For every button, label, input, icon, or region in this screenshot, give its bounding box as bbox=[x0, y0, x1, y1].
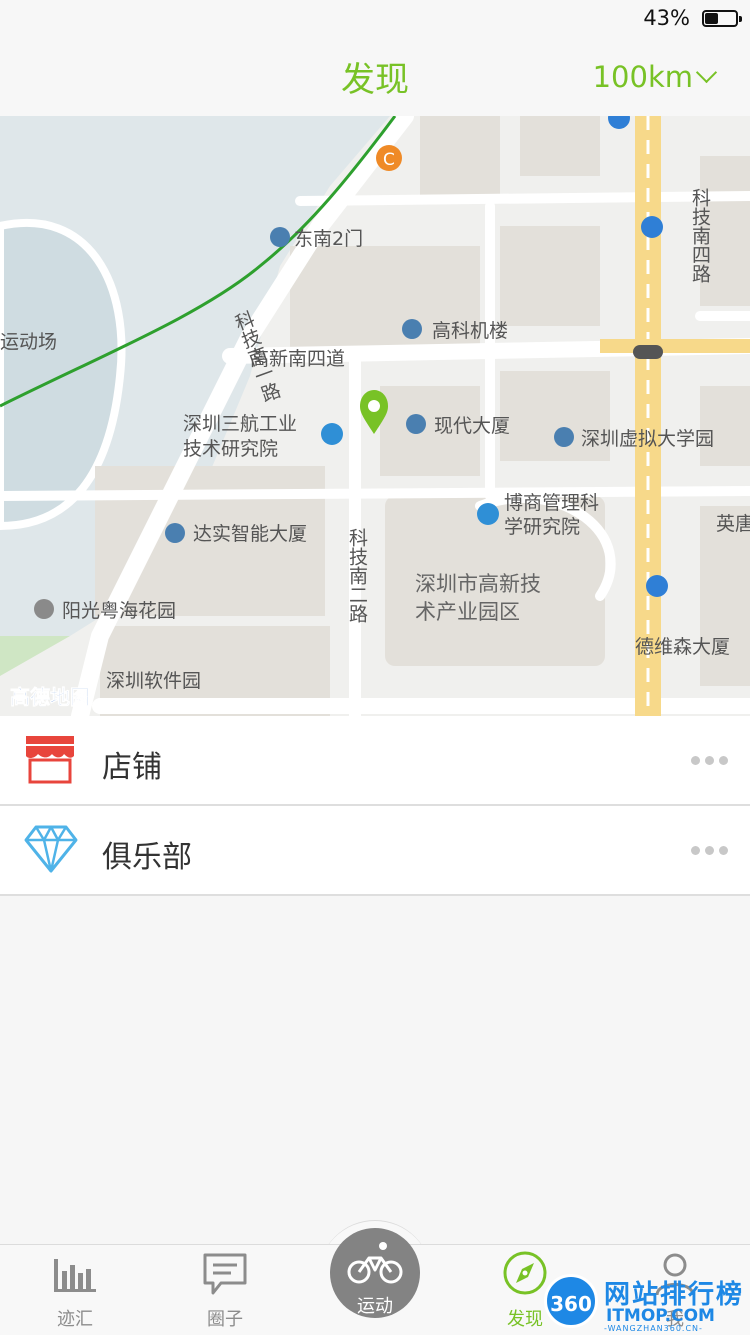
watermark-badge: 360 bbox=[544, 1274, 598, 1328]
map-label: 学研究院 bbox=[504, 516, 580, 538]
range-value: 100km bbox=[592, 60, 693, 94]
chat-bubble-icon bbox=[201, 1251, 249, 1303]
watermark: 360 网站排行榜 ITMOP.COM -WANGZHAN360.CN- bbox=[540, 1268, 750, 1334]
map-label: 现代大厦 bbox=[434, 415, 510, 437]
tab-circle[interactable]: 圈子 bbox=[150, 1245, 300, 1335]
more-icon[interactable] bbox=[691, 846, 728, 855]
bicycle-icon bbox=[347, 1240, 403, 1288]
chevron-down-icon bbox=[695, 61, 718, 84]
map-label: 技术研究院 bbox=[183, 438, 278, 460]
map-label: 深圳虚拟大学园 bbox=[581, 428, 714, 450]
map-label: 德维森大厦 bbox=[635, 636, 730, 658]
store-icon bbox=[24, 734, 76, 788]
range-selector[interactable]: 100km bbox=[592, 60, 718, 94]
map-label: 博商管理科 bbox=[504, 492, 599, 514]
map-label: 东南2门 bbox=[294, 228, 363, 250]
map-label: 深圳三航工业 bbox=[183, 413, 297, 435]
map-label: 英唐 bbox=[716, 513, 750, 535]
diamond-icon bbox=[24, 824, 78, 878]
list-item-store[interactable]: 店铺 bbox=[0, 716, 750, 806]
map-labels: 东南2门 高科机楼 高新南四道 深圳三航工业 技术研究院 现代大厦 深圳虚拟大学… bbox=[0, 116, 750, 716]
map-label: 高科机楼 bbox=[432, 320, 508, 342]
discover-list: 店铺 俱乐部 bbox=[0, 716, 750, 896]
start-workout-button[interactable]: 运动 bbox=[330, 1228, 420, 1318]
map-label: 术产业园区 bbox=[415, 600, 520, 624]
more-icon[interactable] bbox=[691, 756, 728, 765]
map-label: 深圳市高新技 bbox=[415, 572, 541, 596]
map-label: 达实智能大厦 bbox=[193, 523, 307, 545]
map-view[interactable]: C 东南2门 高科机楼 高新南四道 深圳三航工业 技术研究院 现代大厦 深圳虚拟… bbox=[0, 116, 750, 716]
bar-chart-icon bbox=[51, 1251, 99, 1299]
battery-icon bbox=[702, 10, 742, 27]
map-label: 阳光粤海花园 bbox=[62, 600, 176, 622]
list-item-club[interactable]: 俱乐部 bbox=[0, 806, 750, 896]
map-label-layer: 东南2门 高科机楼 高新南四道 深圳三航工业 技术研究院 现代大厦 深圳虚拟大学… bbox=[0, 188, 750, 710]
map-label: 科技南二路 bbox=[346, 528, 368, 623]
navigation-bar: 发现 100km bbox=[0, 40, 750, 117]
map-label: 深圳软件园 bbox=[106, 670, 201, 692]
tab-label: 圈子 bbox=[207, 1309, 243, 1330]
watermark-sub: -WANGZHAN360.CN- bbox=[604, 1324, 703, 1333]
list-item-label: 店铺 bbox=[102, 750, 162, 785]
tab-label: 迹汇 bbox=[57, 1309, 93, 1330]
map-logo: 高德地图 bbox=[10, 685, 90, 709]
status-bar: 43% bbox=[0, 0, 750, 40]
tab-trajectory[interactable]: 迹汇 bbox=[0, 1245, 150, 1335]
map-label: 科技南四路 bbox=[689, 188, 711, 283]
map-label: 运动场 bbox=[0, 331, 57, 353]
battery-percentage: 43% bbox=[643, 6, 690, 30]
list-item-label: 俱乐部 bbox=[102, 840, 192, 875]
start-workout-label: 运动 bbox=[357, 1296, 393, 1317]
watermark-domain: ITMOP.COM bbox=[606, 1306, 715, 1326]
